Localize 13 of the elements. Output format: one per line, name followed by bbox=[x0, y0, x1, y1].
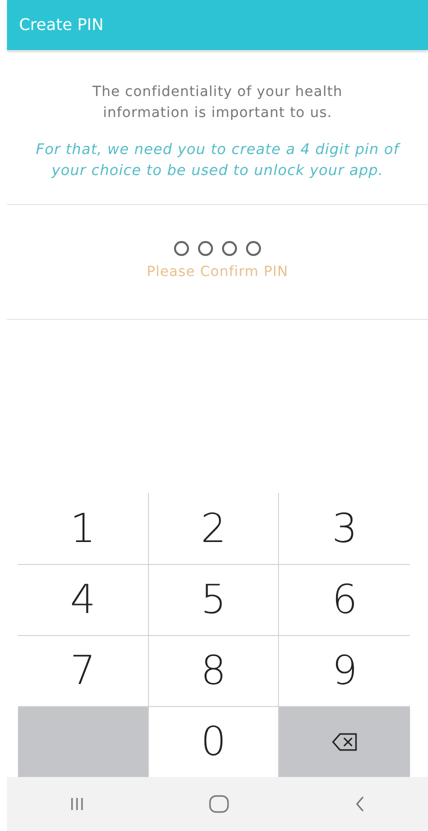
header-title: Create PIN bbox=[19, 14, 104, 36]
digit-key[interactable]: 0 bbox=[148, 706, 280, 777]
recent-apps-icon[interactable] bbox=[70, 797, 84, 811]
digit-key[interactable]: 4 bbox=[18, 564, 149, 635]
digit-key[interactable]: 5 bbox=[148, 564, 280, 635]
intro-text: The confidentiality of your health information is important to us. bbox=[92, 83, 344, 123]
digit-key[interactable]: 8 bbox=[148, 635, 280, 706]
back-icon[interactable] bbox=[355, 796, 366, 812]
instruction-text: For that, we need you to create a 4 digit pin of your choice to be used to unlock your app. bbox=[34, 141, 402, 181]
home-icon[interactable] bbox=[209, 795, 230, 813]
backspace-icon bbox=[332, 732, 358, 752]
prompt-text: Please Confirm PIN bbox=[146, 263, 288, 282]
digit-key[interactable]: 7 bbox=[18, 635, 149, 706]
